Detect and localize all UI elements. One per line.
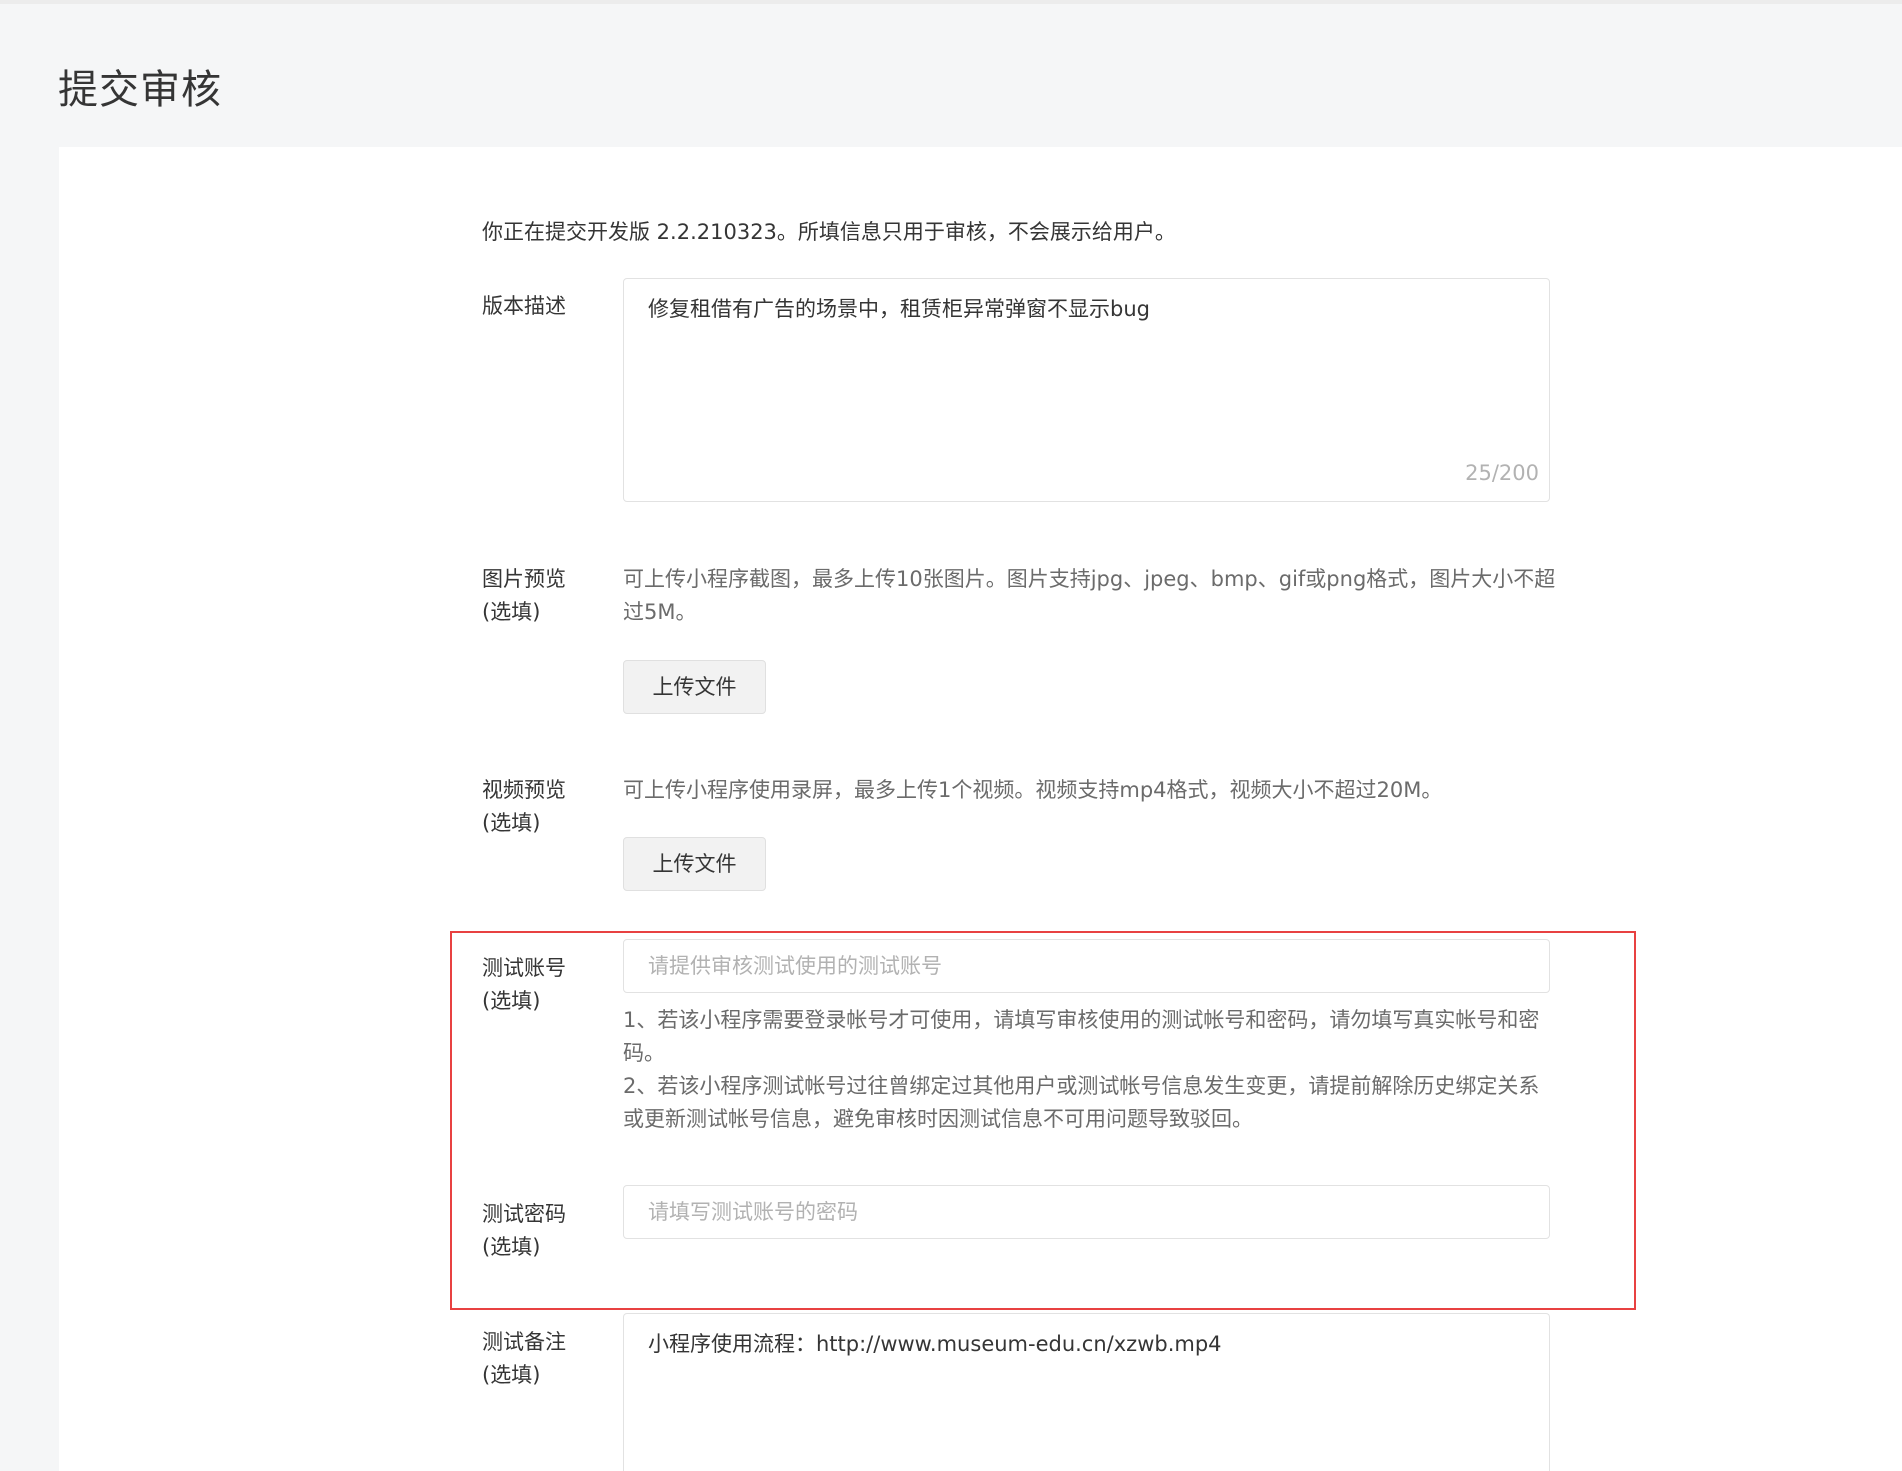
test-account-help-line2: 码。 [623,1041,665,1065]
video-preview-help: 可上传小程序使用录屏，最多上传1个视频。视频支持mp4格式，视频大小不超过20M… [623,778,1443,802]
video-upload-button[interactable]: 上传文件 [623,837,766,891]
page-title: 提交审核 [58,67,222,113]
image-preview-label: 图片预览 (选填) [482,563,566,629]
top-divider [0,0,1902,4]
video-preview-label-line2: (选填) [482,811,541,835]
image-preview-label-line2: (选填) [482,600,541,624]
test-account-label-line1: 测试账号 [482,956,566,980]
version-desc-textarea[interactable]: 修复租借有广告的场景中，租赁柜异常弹窗不显示bug 25/200 [623,278,1550,502]
test-notes-label: 测试备注 (选填) [482,1326,566,1392]
video-preview-label: 视频预览 (选填) [482,774,566,840]
video-preview-label-line1: 视频预览 [482,778,566,802]
test-account-help-line4: 或更新测试帐号信息，避免审核时因测试信息不可用问题导致驳回。 [623,1107,1253,1131]
test-account-help-line3: 2、若该小程序测试帐号过往曾绑定过其他用户或测试帐号信息发生变更，请提前解除历史… [623,1074,1540,1098]
version-desc-counter: 25/200 [1465,461,1539,485]
test-notes-label-line1: 测试备注 [482,1330,566,1354]
image-preview-help: 可上传小程序截图，最多上传10张图片。图片支持jpg、jpeg、bmp、gif或… [623,563,1563,629]
test-account-help-line1: 1、若该小程序需要登录帐号才可使用，请填写审核使用的测试帐号和密码，请勿填写真实… [623,1008,1540,1032]
test-account-input[interactable] [623,939,1550,993]
test-notes-textarea[interactable]: 小程序使用流程：http://www.museum-edu.cn/xzwb.mp… [623,1313,1550,1471]
test-notes-value: 小程序使用流程：http://www.museum-edu.cn/xzwb.mp… [648,1332,1222,1356]
test-password-label: 测试密码 (选填) [482,1198,566,1264]
image-preview-help-line1: 可上传小程序截图，最多上传10张图片。图片支持jpg、jpeg、bmp、gif或… [623,567,1556,591]
image-upload-button[interactable]: 上传文件 [623,660,766,714]
test-account-help: 1、若该小程序需要登录帐号才可使用，请填写审核使用的测试帐号和密码，请勿填写真实… [623,1004,1553,1136]
version-desc-label: 版本描述 [482,294,566,318]
intro-text: 你正在提交开发版 2.2.210323。所填信息只用于审核，不会展示给用户。 [482,220,1176,244]
image-preview-help-line2: 过5M。 [623,600,697,624]
test-notes-label-line2: (选填) [482,1363,541,1387]
test-password-input[interactable] [623,1185,1550,1239]
test-account-label: 测试账号 (选填) [482,952,566,1018]
test-password-label-line1: 测试密码 [482,1202,566,1226]
image-preview-label-line1: 图片预览 [482,567,566,591]
test-password-label-line2: (选填) [482,1235,541,1259]
test-account-label-line2: (选填) [482,989,541,1013]
version-desc-value: 修复租借有广告的场景中，租赁柜异常弹窗不显示bug [648,297,1150,321]
